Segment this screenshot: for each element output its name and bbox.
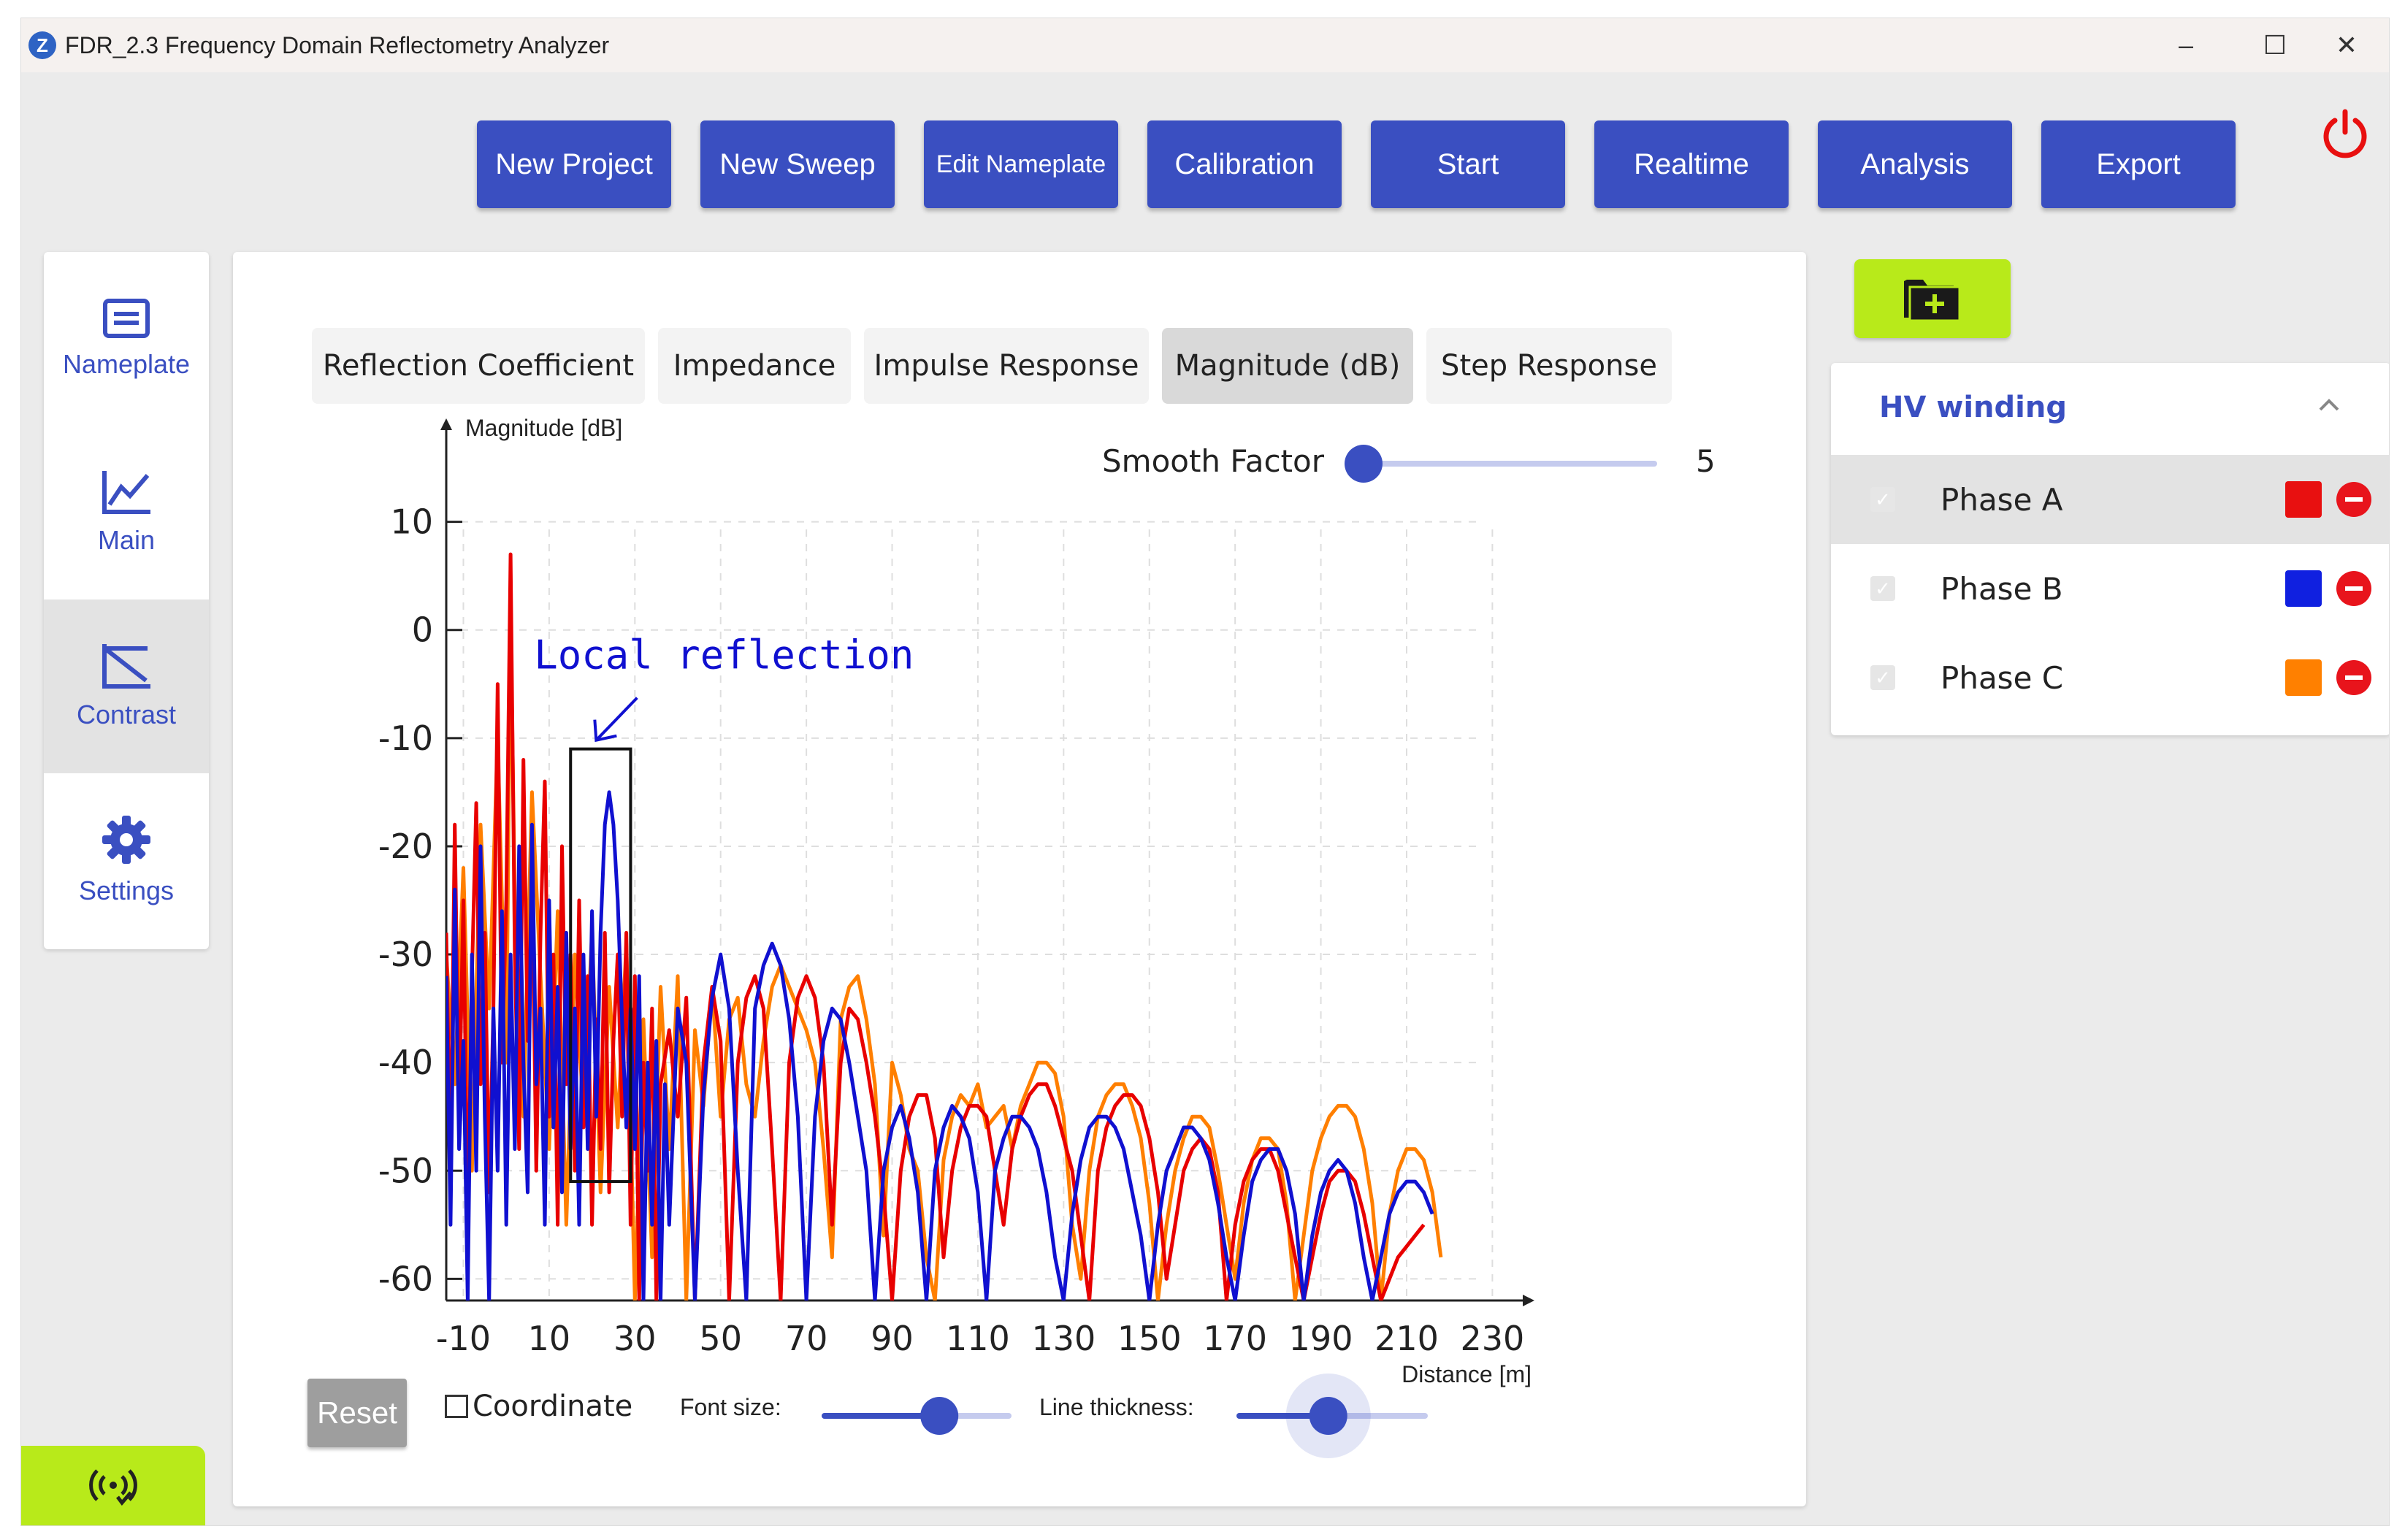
chevron-up-icon[interactable] xyxy=(2313,389,2345,421)
sidebar-item-label: Settings xyxy=(78,876,175,905)
y-tick-label: -50 xyxy=(378,1151,433,1190)
phase-row-a[interactable]: ✓ Phase A xyxy=(1831,455,2389,544)
y-tick-label: -20 xyxy=(378,827,433,866)
x-tick-label: 150 xyxy=(1117,1319,1182,1358)
slider-track xyxy=(1364,461,1657,467)
edit-nameplate-button[interactable]: Edit Nameplate xyxy=(924,120,1118,208)
font-size-slider[interactable] xyxy=(822,1397,1012,1435)
coordinate-label: Coordinate xyxy=(473,1390,633,1423)
window-title: FDR_2.3 Frequency Domain Reflectometry A… xyxy=(65,31,610,58)
add-folder-icon xyxy=(1904,280,1961,322)
calibration-button[interactable]: Calibration xyxy=(1147,120,1342,208)
remove-icon[interactable] xyxy=(2336,571,2371,606)
x-tick-label: 230 xyxy=(1460,1319,1524,1358)
start-button[interactable]: Start xyxy=(1371,120,1565,208)
power-icon[interactable] xyxy=(2319,107,2371,160)
color-swatch[interactable] xyxy=(2285,570,2322,607)
x-tick-label: -10 xyxy=(436,1319,491,1358)
sidebar-item-label: Nameplate xyxy=(62,349,191,379)
sidebar-item-main[interactable]: Main xyxy=(44,426,209,599)
y-tick-label: -10 xyxy=(378,719,433,758)
x-tick-label: 50 xyxy=(699,1319,742,1358)
chart-panel: Reflection Coefficient Impedance Impulse… xyxy=(233,252,1806,1506)
app-logo-icon: Z xyxy=(28,31,56,59)
phase-checkbox[interactable]: ✓ xyxy=(1870,665,1895,690)
reset-button[interactable]: Reset xyxy=(307,1379,407,1447)
phase-group-title: HV winding xyxy=(1879,391,2067,424)
minimize-button[interactable]: – xyxy=(2142,18,2230,72)
y-tick-label: 10 xyxy=(390,502,433,542)
y-tick-label: -40 xyxy=(378,1043,433,1082)
sidebar-item-label: Contrast xyxy=(76,700,177,729)
y-axis-arrow xyxy=(440,418,452,430)
new-project-button[interactable]: New Project xyxy=(477,120,671,208)
phase-checkbox[interactable]: ✓ xyxy=(1870,576,1895,601)
x-tick-label: 170 xyxy=(1203,1319,1267,1358)
y-tick-label: 0 xyxy=(412,610,433,650)
y-tick-label: -30 xyxy=(378,935,433,974)
export-button[interactable]: Export xyxy=(2041,120,2236,208)
checkbox-box[interactable] xyxy=(445,1395,468,1418)
analysis-button[interactable]: Analysis xyxy=(1818,120,2012,208)
y-tick-label: -60 xyxy=(378,1259,433,1298)
gear-icon xyxy=(102,816,150,864)
x-tick-label: 70 xyxy=(785,1319,828,1358)
app-window: Z FDR_2.3 Frequency Domain Reflectometry… xyxy=(20,18,2390,1526)
smooth-factor-slider[interactable] xyxy=(1345,445,1657,483)
x-axis-label: Distance [m] xyxy=(1402,1361,1532,1387)
y-axis-label: Magnitude [dB] xyxy=(465,415,622,441)
add-folder-button[interactable] xyxy=(1854,259,2011,338)
x-tick-label: 110 xyxy=(946,1319,1010,1358)
connection-button[interactable] xyxy=(21,1446,205,1525)
x-tick-label: 130 xyxy=(1031,1319,1096,1358)
remove-icon[interactable] xyxy=(2336,482,2371,517)
x-tick-label: 30 xyxy=(613,1319,657,1358)
phase-panel: HV winding ✓ Phase A ✓ Phase B ✓ Phase C xyxy=(1831,363,2389,735)
phase-name: Phase B xyxy=(1941,570,2063,607)
slider-thumb[interactable] xyxy=(1309,1397,1347,1435)
sidebar-item-label: Main xyxy=(97,525,156,555)
coordinate-checkbox[interactable]: Coordinate xyxy=(445,1390,632,1423)
sidebar-item-settings[interactable]: Settings xyxy=(44,773,209,947)
phase-group-header[interactable]: HV winding xyxy=(1831,363,2389,455)
x-tick-label: 210 xyxy=(1374,1319,1439,1358)
contrast-icon xyxy=(102,644,150,689)
line-thickness-slider[interactable] xyxy=(1236,1374,1428,1458)
close-button[interactable]: ✕ xyxy=(2303,18,2389,72)
font-size-label: Font size: xyxy=(680,1394,781,1420)
sidebar-item-contrast[interactable]: Contrast xyxy=(44,599,209,773)
x-tick-label: 90 xyxy=(871,1319,914,1358)
title-bar: Z FDR_2.3 Frequency Domain Reflectometry… xyxy=(21,18,2389,72)
sidebar-item-nameplate[interactable]: Nameplate xyxy=(44,252,209,426)
phase-name: Phase A xyxy=(1941,481,2063,518)
color-swatch[interactable] xyxy=(2285,481,2322,518)
line-thickness-label: Line thickness: xyxy=(1039,1394,1194,1420)
slider-thumb[interactable] xyxy=(1345,445,1383,483)
sidebar: Nameplate Main Contrast Settings xyxy=(44,252,209,949)
new-sweep-button[interactable]: New Sweep xyxy=(700,120,895,208)
color-swatch[interactable] xyxy=(2285,659,2322,696)
nameplate-icon xyxy=(103,299,150,338)
slider-thumb[interactable] xyxy=(920,1397,959,1435)
phase-checkbox[interactable]: ✓ xyxy=(1870,487,1895,512)
x-tick-label: 190 xyxy=(1289,1319,1353,1358)
phase-row-c[interactable]: ✓ Phase C xyxy=(1831,633,2389,722)
annotation-label: Local reflection xyxy=(534,632,914,678)
magnitude-chart: Magnitude [dB] Distance [m] 10 0 -10 -20 -30 -… xyxy=(378,415,1657,1458)
chart-line-icon xyxy=(102,471,150,514)
wireless-connection-icon xyxy=(89,1468,137,1506)
remove-icon[interactable] xyxy=(2336,660,2371,695)
annotation-arrow-line xyxy=(596,697,638,740)
phase-row-b[interactable]: ✓ Phase B xyxy=(1831,544,2389,633)
realtime-button[interactable]: Realtime xyxy=(1594,120,1789,208)
x-tick-label: 10 xyxy=(528,1319,571,1358)
phase-name: Phase C xyxy=(1941,659,2064,696)
x-axis-arrow xyxy=(1523,1295,1534,1306)
